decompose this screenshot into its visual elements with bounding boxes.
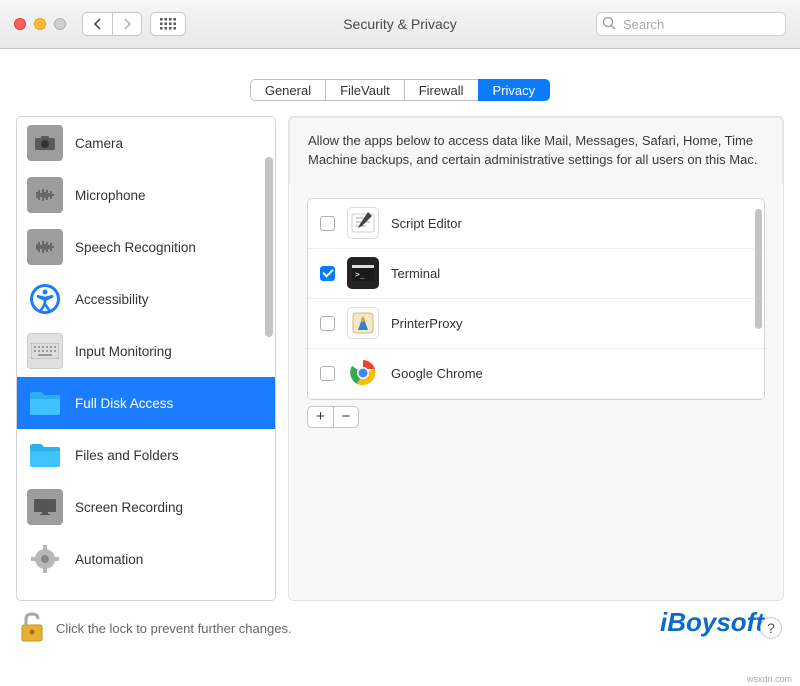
forward-button[interactable] [112, 12, 142, 36]
sidebar-item-label: Input Monitoring [75, 344, 172, 359]
sidebar-item-speech-recognition[interactable]: Speech Recognition [17, 221, 275, 273]
app-row[interactable]: >_ Terminal [308, 249, 764, 299]
help-button[interactable]: ? [760, 617, 782, 639]
nav-buttons [82, 12, 142, 36]
lock-message: Click the lock to prevent further change… [56, 621, 292, 636]
script-editor-icon [347, 207, 379, 239]
search-input[interactable] [596, 12, 786, 36]
search-icon [602, 16, 616, 30]
add-button[interactable]: + [307, 406, 333, 428]
sidebar-item-label: Camera [75, 136, 123, 151]
description-text: Allow the apps below to access data like… [289, 117, 783, 184]
sidebar-item-label: Full Disk Access [75, 396, 173, 411]
app-generic-icon [347, 307, 379, 339]
app-row[interactable]: Script Editor [308, 199, 764, 249]
app-list-scrollbar[interactable] [755, 209, 762, 359]
display-icon [27, 489, 63, 525]
camera-icon [27, 125, 63, 161]
app-checkbox[interactable] [320, 216, 335, 231]
tab-privacy[interactable]: Privacy [478, 79, 551, 101]
app-checkbox[interactable] [320, 316, 335, 331]
title-bar: Security & Privacy [0, 0, 800, 49]
window-controls [14, 18, 66, 30]
gear-icon [27, 541, 63, 577]
sidebar-item-label: Screen Recording [75, 500, 183, 515]
sidebar-item-input-monitoring[interactable]: Input Monitoring [17, 325, 275, 377]
sidebar-item-microphone[interactable]: Microphone [17, 169, 275, 221]
sidebar-item-label: Files and Folders [75, 448, 179, 463]
app-label: Google Chrome [391, 366, 483, 381]
keyboard-icon [27, 333, 63, 369]
chevron-right-icon [123, 18, 131, 30]
tab-general[interactable]: General [250, 79, 326, 101]
app-label: Terminal [391, 266, 440, 281]
sidebar-item-label: Speech Recognition [75, 240, 196, 255]
back-button[interactable] [82, 12, 112, 36]
privacy-category-list: Camera Microphone Speech Recognition Acc… [16, 116, 276, 601]
sidebar-item-screen-recording[interactable]: Screen Recording [17, 481, 275, 533]
speech-icon [27, 229, 63, 265]
show-all-button[interactable] [150, 12, 186, 36]
detail-panel: Allow the apps below to access data like… [288, 116, 784, 601]
zoom-window-button [54, 18, 66, 30]
footer: Click the lock to prevent further change… [0, 601, 800, 656]
chevron-left-icon [94, 18, 102, 30]
sidebar-item-files-and-folders[interactable]: Files and Folders [17, 429, 275, 481]
terminal-icon: >_ [347, 257, 379, 289]
sidebar-item-full-disk-access[interactable]: Full Disk Access [17, 377, 275, 429]
app-row[interactable]: PrinterProxy [308, 299, 764, 349]
minimize-window-button[interactable] [34, 18, 46, 30]
sidebar-item-label: Automation [75, 552, 143, 567]
accessibility-icon [27, 281, 63, 317]
sidebar-item-label: Accessibility [75, 292, 149, 307]
lock-button[interactable] [18, 611, 46, 646]
close-window-button[interactable] [14, 18, 26, 30]
app-row[interactable]: Google Chrome [308, 349, 764, 399]
grid-icon [160, 18, 176, 30]
svg-text:>_: >_ [355, 270, 365, 279]
sidebar-scrollbar[interactable] [265, 157, 273, 387]
folder-icon [27, 437, 63, 473]
folder-icon [27, 385, 63, 421]
app-checkbox[interactable] [320, 366, 335, 381]
app-label: PrinterProxy [391, 316, 463, 331]
sidebar-item-automation[interactable]: Automation [17, 533, 275, 585]
remove-button[interactable]: − [333, 406, 359, 428]
sidebar-item-label: Microphone [75, 188, 146, 203]
chrome-icon [347, 357, 379, 389]
microphone-icon [27, 177, 63, 213]
watermark: wsxdn.com [747, 674, 792, 684]
app-list: Script Editor >_ Terminal PrinterProxy [307, 198, 765, 400]
tab-firewall[interactable]: Firewall [404, 79, 479, 101]
unlocked-lock-icon [18, 611, 46, 643]
branding-logo: iBoysoft [660, 607, 764, 638]
tab-filevault[interactable]: FileVault [325, 79, 405, 101]
app-label: Script Editor [391, 216, 462, 231]
sidebar-item-camera[interactable]: Camera [17, 117, 275, 169]
tab-bar: General FileVault Firewall Privacy [0, 79, 800, 101]
sidebar-item-accessibility[interactable]: Accessibility [17, 273, 275, 325]
app-checkbox[interactable] [320, 266, 335, 281]
